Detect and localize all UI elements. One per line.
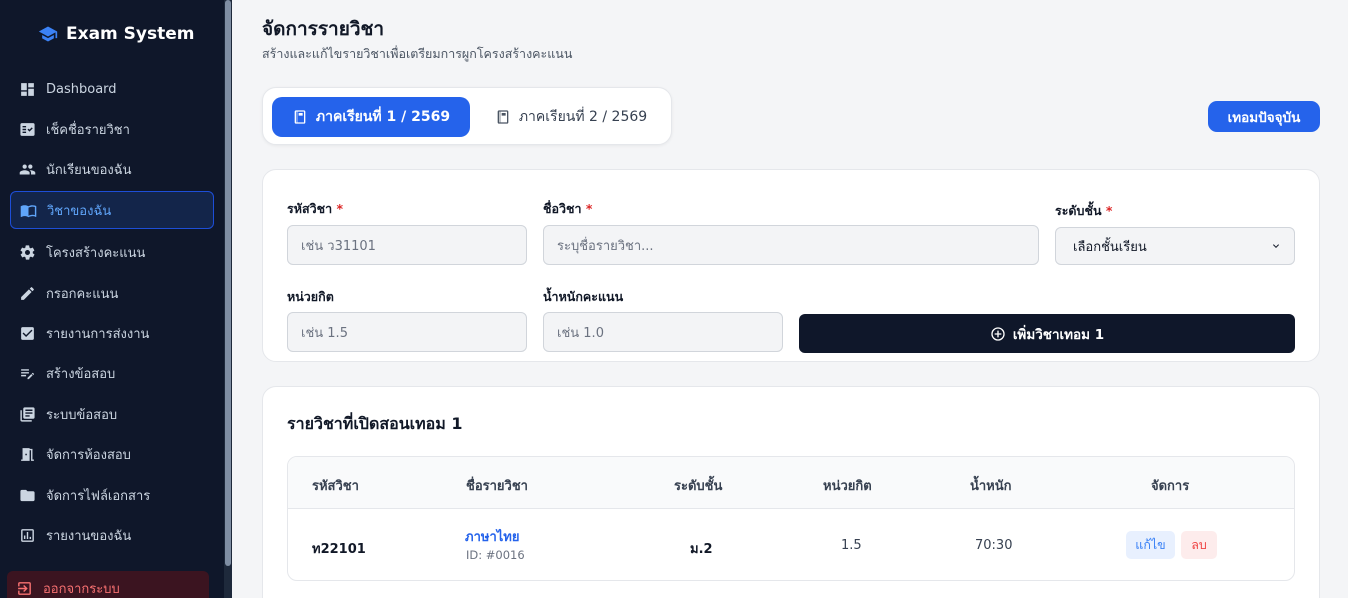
checklist-icon	[20, 122, 35, 136]
sidebar-item-enter-scores[interactable]: กรอกคะแนน	[10, 274, 214, 312]
check-box-icon	[21, 326, 34, 340]
sidebar-item-my-students[interactable]: นักเรียนของฉัน	[10, 150, 214, 188]
col-name: ชื่อรายวิชา	[466, 479, 528, 494]
subject-table: รหัสวิชา ชื่อรายวิชา ระดับชั้น หน่วยกิต …	[287, 456, 1295, 581]
people-icon	[19, 164, 36, 174]
add-subject-button[interactable]: เพิ่มวิชาเทอม 1	[799, 314, 1295, 353]
sidebar-item-exam-rooms[interactable]: จัดการห้องสอบ	[10, 435, 214, 473]
term-tabs: ภาคเรียนที่ 1 / 2569 ภาคเรียนที่ 2 / 256…	[262, 87, 672, 145]
row-weight: 70:30	[975, 538, 1013, 553]
sidebar-item-my-report[interactable]: รายงานของฉัน	[10, 516, 214, 554]
col-actions: จัดการ	[1151, 479, 1190, 494]
notebook-icon	[497, 110, 509, 124]
subject-code-input[interactable]: เช่น ว31101	[287, 225, 527, 265]
row-credit: 1.5	[841, 538, 862, 553]
gear-icon	[20, 244, 35, 260]
row-code: ท22101	[312, 542, 366, 557]
sidebar-item-attendance[interactable]: เช็คชื่อรายวิชา	[10, 110, 214, 148]
sidebar-item-dashboard[interactable]: Dashboard	[10, 70, 214, 108]
door-icon	[21, 447, 34, 461]
page-title: จัดการรายวิชา	[262, 18, 385, 40]
sidebar-item-label: ระบบข้อสอบ	[46, 407, 118, 423]
sidebar-item-label: โครงสร้างคะแนน	[46, 245, 146, 261]
delete-button[interactable]: ลบ	[1181, 531, 1217, 559]
level-label: ระดับชั้น *	[1055, 203, 1113, 218]
current-term-button[interactable]: เทอมปัจจุบัน	[1208, 101, 1320, 132]
row-subject-link[interactable]: ภาษาไทย	[465, 526, 519, 547]
sidebar-item-label: นักเรียนของฉัน	[46, 162, 132, 178]
library-icon	[20, 406, 35, 422]
book-icon	[20, 204, 37, 217]
add-subject-label: เพิ่มวิชาเทอม 1	[1012, 326, 1105, 343]
sidebar-item-exam-system[interactable]: ระบบข้อสอบ	[10, 395, 214, 433]
logout-icon	[18, 581, 31, 595]
col-credit: หน่วยกิต	[823, 479, 872, 494]
pencil-icon	[21, 286, 34, 300]
credit-label: หน่วยกิต	[287, 289, 334, 304]
brand-name: Exam System	[66, 24, 195, 44]
col-level: ระดับชั้น	[674, 479, 723, 494]
sidebar-item-label: กรอกคะแนน	[46, 286, 119, 302]
code-label: รหัสวิชา *	[287, 201, 344, 216]
folder-icon	[20, 489, 35, 501]
col-code: รหัสวิชา	[312, 479, 359, 494]
sidebar: Exam System Dashboard เช็คชื่อรายวิชา นั…	[0, 0, 224, 598]
tab-term-2-label: ภาคเรียนที่ 2 / 2569	[518, 109, 648, 125]
weight-input[interactable]: เช่น 1.0	[543, 312, 783, 352]
sidebar-item-my-subjects[interactable]: วิชาของฉัน	[10, 191, 214, 229]
notebook-icon	[294, 110, 306, 124]
name-label: ชื่อวิชา *	[543, 201, 593, 216]
dashboard-icon	[21, 82, 34, 96]
edit-button[interactable]: แก้ไข	[1126, 531, 1175, 559]
logout-label: ออกจากระบบ	[43, 581, 120, 597]
brand[interactable]: Exam System	[38, 24, 195, 44]
graduation-cap-icon	[38, 26, 58, 42]
sidebar-item-label: รายงานการส่งงาน	[46, 326, 150, 342]
logout-button[interactable]: ออกจากระบบ	[7, 571, 209, 598]
col-weight: น้ำหนัก	[970, 479, 1012, 494]
subject-list-title: รายวิชาที่เปิดสอนเทอม 1	[287, 414, 463, 433]
sidebar-item-label: Dashboard	[46, 81, 117, 97]
sidebar-item-label: สร้างข้อสอบ	[46, 366, 116, 382]
sidebar-item-label: จัดการห้องสอบ	[46, 447, 131, 463]
plus-circle-icon	[991, 326, 1005, 341]
sidebar-item-label: วิชาของฉัน	[47, 203, 112, 219]
credit-input[interactable]: เช่น 1.5	[287, 312, 527, 352]
tab-term-2[interactable]: ภาคเรียนที่ 2 / 2569	[481, 97, 661, 137]
table-header: รหัสวิชา ชื่อรายวิชา ระดับชั้น หน่วยกิต …	[288, 457, 1294, 509]
sidebar-item-score-structure[interactable]: โครงสร้างคะแนน	[10, 233, 214, 271]
sidebar-item-label: เช็คชื่อรายวิชา	[46, 122, 130, 138]
row-level: ม.2	[690, 542, 713, 557]
sidebar-scrollbar[interactable]	[224, 0, 232, 598]
row-id: ID: #0016	[466, 548, 525, 562]
page-subtitle: สร้างและแก้ไขรายวิชาเพื่อเตรียมการผูกโคร…	[262, 46, 573, 61]
report-icon	[21, 528, 34, 542]
level-select-value: เลือกชั้นเรียน	[1073, 239, 1147, 255]
tab-term-1[interactable]: ภาคเรียนที่ 1 / 2569	[272, 97, 470, 137]
sidebar-item-documents[interactable]: จัดการไฟล์เอกสาร	[10, 476, 214, 514]
chevron-down-icon	[1273, 244, 1279, 248]
sidebar-item-label: จัดการไฟล์เอกสาร	[46, 488, 151, 504]
sidebar-item-label: รายงานของฉัน	[46, 528, 132, 544]
edit-note-icon	[21, 368, 34, 379]
weight-label: น้ำหนักคะแนน	[543, 289, 624, 304]
subject-name-input[interactable]: ระบุชื่อรายวิชา...	[543, 225, 1039, 265]
sidebar-item-submission-report[interactable]: รายงานการส่งงาน	[10, 314, 214, 352]
scrollbar-thumb[interactable]	[225, 0, 231, 566]
tab-term-1-label: ภาคเรียนที่ 1 / 2569	[315, 109, 451, 125]
level-select[interactable]: เลือกชั้นเรียน	[1055, 227, 1295, 265]
sidebar-item-create-exam[interactable]: สร้างข้อสอบ	[10, 354, 214, 392]
